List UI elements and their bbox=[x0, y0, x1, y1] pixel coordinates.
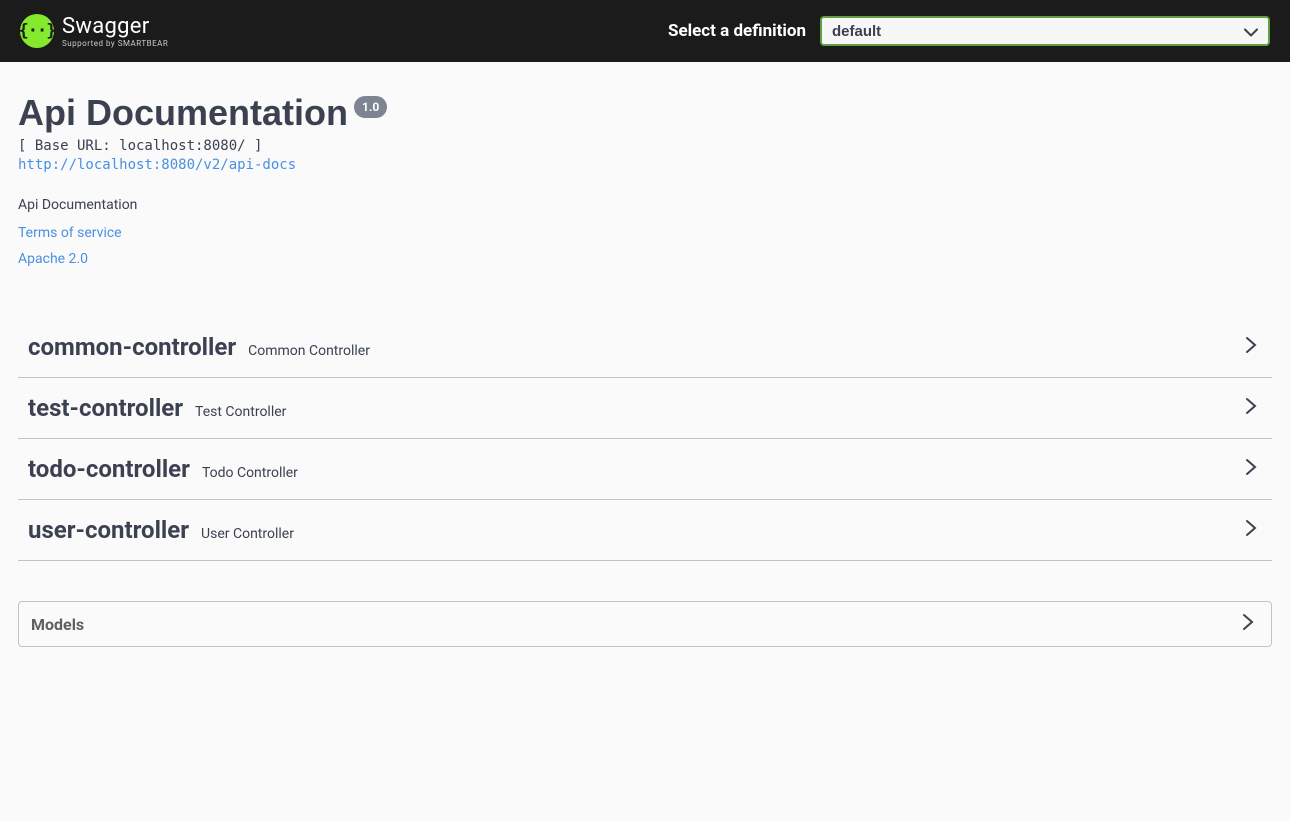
tag-description: Common Controller bbox=[248, 343, 370, 359]
logo-text: Swagger bbox=[62, 14, 168, 39]
page-title: Api Documentation bbox=[18, 92, 348, 134]
tag-common-controller[interactable]: common-controller Common Controller bbox=[18, 317, 1272, 378]
swagger-logo[interactable]: {··} Swagger Supported by SMARTBEAR bbox=[20, 14, 168, 48]
license-link[interactable]: Apache 2.0 bbox=[18, 251, 1272, 267]
chevron-right-icon bbox=[1244, 457, 1258, 481]
chevron-right-icon bbox=[1244, 396, 1258, 420]
terms-of-service-link[interactable]: Terms of service bbox=[18, 225, 1272, 241]
tag-todo-controller[interactable]: todo-controller Todo Controller bbox=[18, 439, 1272, 500]
definition-select[interactable]: default bbox=[820, 16, 1270, 46]
definition-selector: Select a definition default bbox=[668, 16, 1270, 46]
chevron-right-icon bbox=[1244, 335, 1258, 359]
definition-label: Select a definition bbox=[668, 21, 806, 41]
models-toggle[interactable]: Models bbox=[19, 602, 1271, 646]
tags-section: common-controller Common Controller test… bbox=[18, 317, 1272, 561]
tag-name: user-controller bbox=[28, 516, 189, 544]
tag-description: Test Controller bbox=[195, 404, 286, 420]
api-description: Api Documentation bbox=[18, 197, 1272, 213]
tag-test-controller[interactable]: test-controller Test Controller bbox=[18, 378, 1272, 439]
tag-name: test-controller bbox=[28, 394, 183, 422]
version-badge: 1.0 bbox=[354, 96, 387, 118]
chevron-right-icon bbox=[1244, 518, 1258, 542]
logo-subtext: Supported by SMARTBEAR bbox=[62, 39, 168, 48]
tag-name: todo-controller bbox=[28, 455, 190, 483]
tag-description: Todo Controller bbox=[202, 465, 298, 481]
topbar: {··} Swagger Supported by SMARTBEAR Sele… bbox=[0, 0, 1290, 62]
tag-name: common-controller bbox=[28, 333, 236, 361]
models-title: Models bbox=[31, 615, 84, 634]
info-section: Api Documentation 1.0 [ Base URL: localh… bbox=[18, 92, 1272, 267]
api-docs-link[interactable]: http://localhost:8080/v2/api-docs bbox=[18, 157, 296, 173]
chevron-right-icon bbox=[1241, 612, 1255, 636]
base-url: [ Base URL: localhost:8080/ ] bbox=[18, 138, 1272, 154]
swagger-logo-icon: {··} bbox=[20, 14, 54, 48]
tag-description: User Controller bbox=[201, 526, 294, 542]
tag-user-controller[interactable]: user-controller User Controller bbox=[18, 500, 1272, 561]
main-content: Api Documentation 1.0 [ Base URL: localh… bbox=[0, 62, 1290, 667]
models-section: Models bbox=[18, 601, 1272, 647]
